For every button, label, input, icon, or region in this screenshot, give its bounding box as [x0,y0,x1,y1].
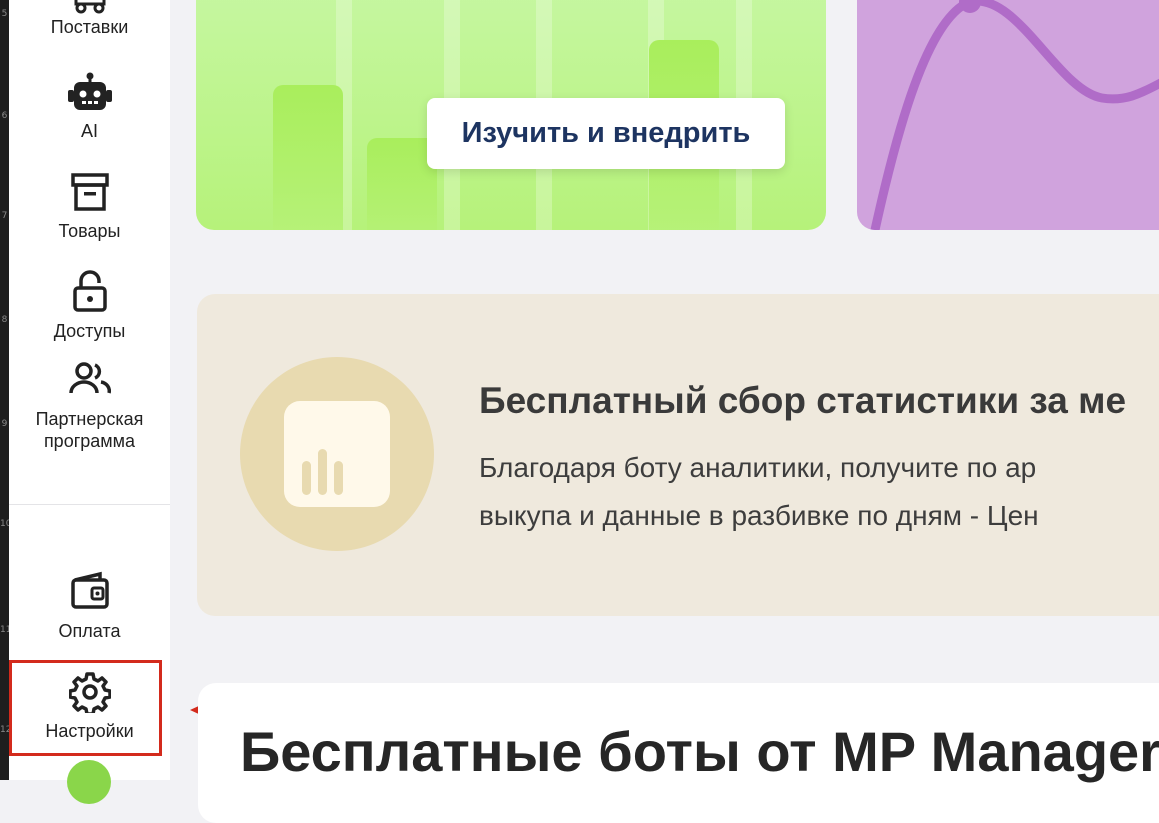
hero-card-purple [857,0,1159,230]
decor-curve [870,0,1159,230]
sidebar-divider [9,504,170,505]
archive-box-icon [70,173,109,211]
free-bots-section: Бесплатные боты от MP Manager [198,683,1159,823]
settings-highlight-box [9,660,162,756]
ruler-mark: 6 [1,111,8,121]
promo-title: Бесплатный сбор статистики за ме [479,380,1127,421]
decor-bar [273,85,343,230]
bar-chart-icon [284,401,390,507]
ruler-mark: 10 [0,519,12,529]
ruler-mark: 12 [0,725,12,735]
sidebar-item-products[interactable]: Товары [9,173,170,242]
sidebar-item-label: Товары [58,221,121,241]
sidebar-item-ai[interactable]: AI [9,72,170,142]
sidebar-item-label: AI [80,121,98,141]
users-icon [68,362,111,394]
promo-text-line: Благодаря боту аналитики, получите по ар [479,452,1037,483]
sidebar-item-label: Оплата [58,621,121,641]
sidebar-item-label: Поставки [50,17,129,37]
analytics-promo-card[interactable]: Бесплатный сбор статистики за ме Благода… [197,294,1159,616]
ruler-strip: 5 6 7 8 9 10 11 12 [0,0,12,780]
ruler-mark: 8 [1,315,8,325]
sidebar-item-partner-program[interactable]: Партнерская программа [9,362,170,452]
ruler-mark: 5 [1,9,8,19]
sidebar-item-label: Доступы [53,321,126,341]
unlock-icon [72,270,107,312]
sidebar-item-access[interactable]: Доступы [9,270,170,342]
promo-description: Благодаря боту аналитики, получите по ар… [479,444,1159,540]
promo-text-line: выкупа и данные в разбивке по дням - Цен [479,500,1039,531]
promo-icon-circle [240,357,434,551]
brand-badge-icon [67,760,111,804]
ruler-mark: 11 [0,625,12,635]
sidebar-item-payment[interactable]: Оплата [9,571,170,642]
sidebar: Поставки AI Товары Доступы Партнерская п… [9,0,170,804]
wallet-icon [70,571,109,609]
learn-and-implement-button[interactable]: Изучить и внедрить [427,98,785,169]
ruler-mark: 7 [1,211,8,221]
sidebar-item-label: Партнерская программа [35,409,144,451]
truck-icon [74,0,105,14]
ruler-mark: 9 [1,419,8,429]
robot-icon [67,72,112,110]
section-title: Бесплатные боты от MP Manager [240,720,1159,783]
sidebar-item-supplies[interactable]: Поставки [9,0,170,38]
hero-card-green: Изучить и внедрить [196,0,826,230]
